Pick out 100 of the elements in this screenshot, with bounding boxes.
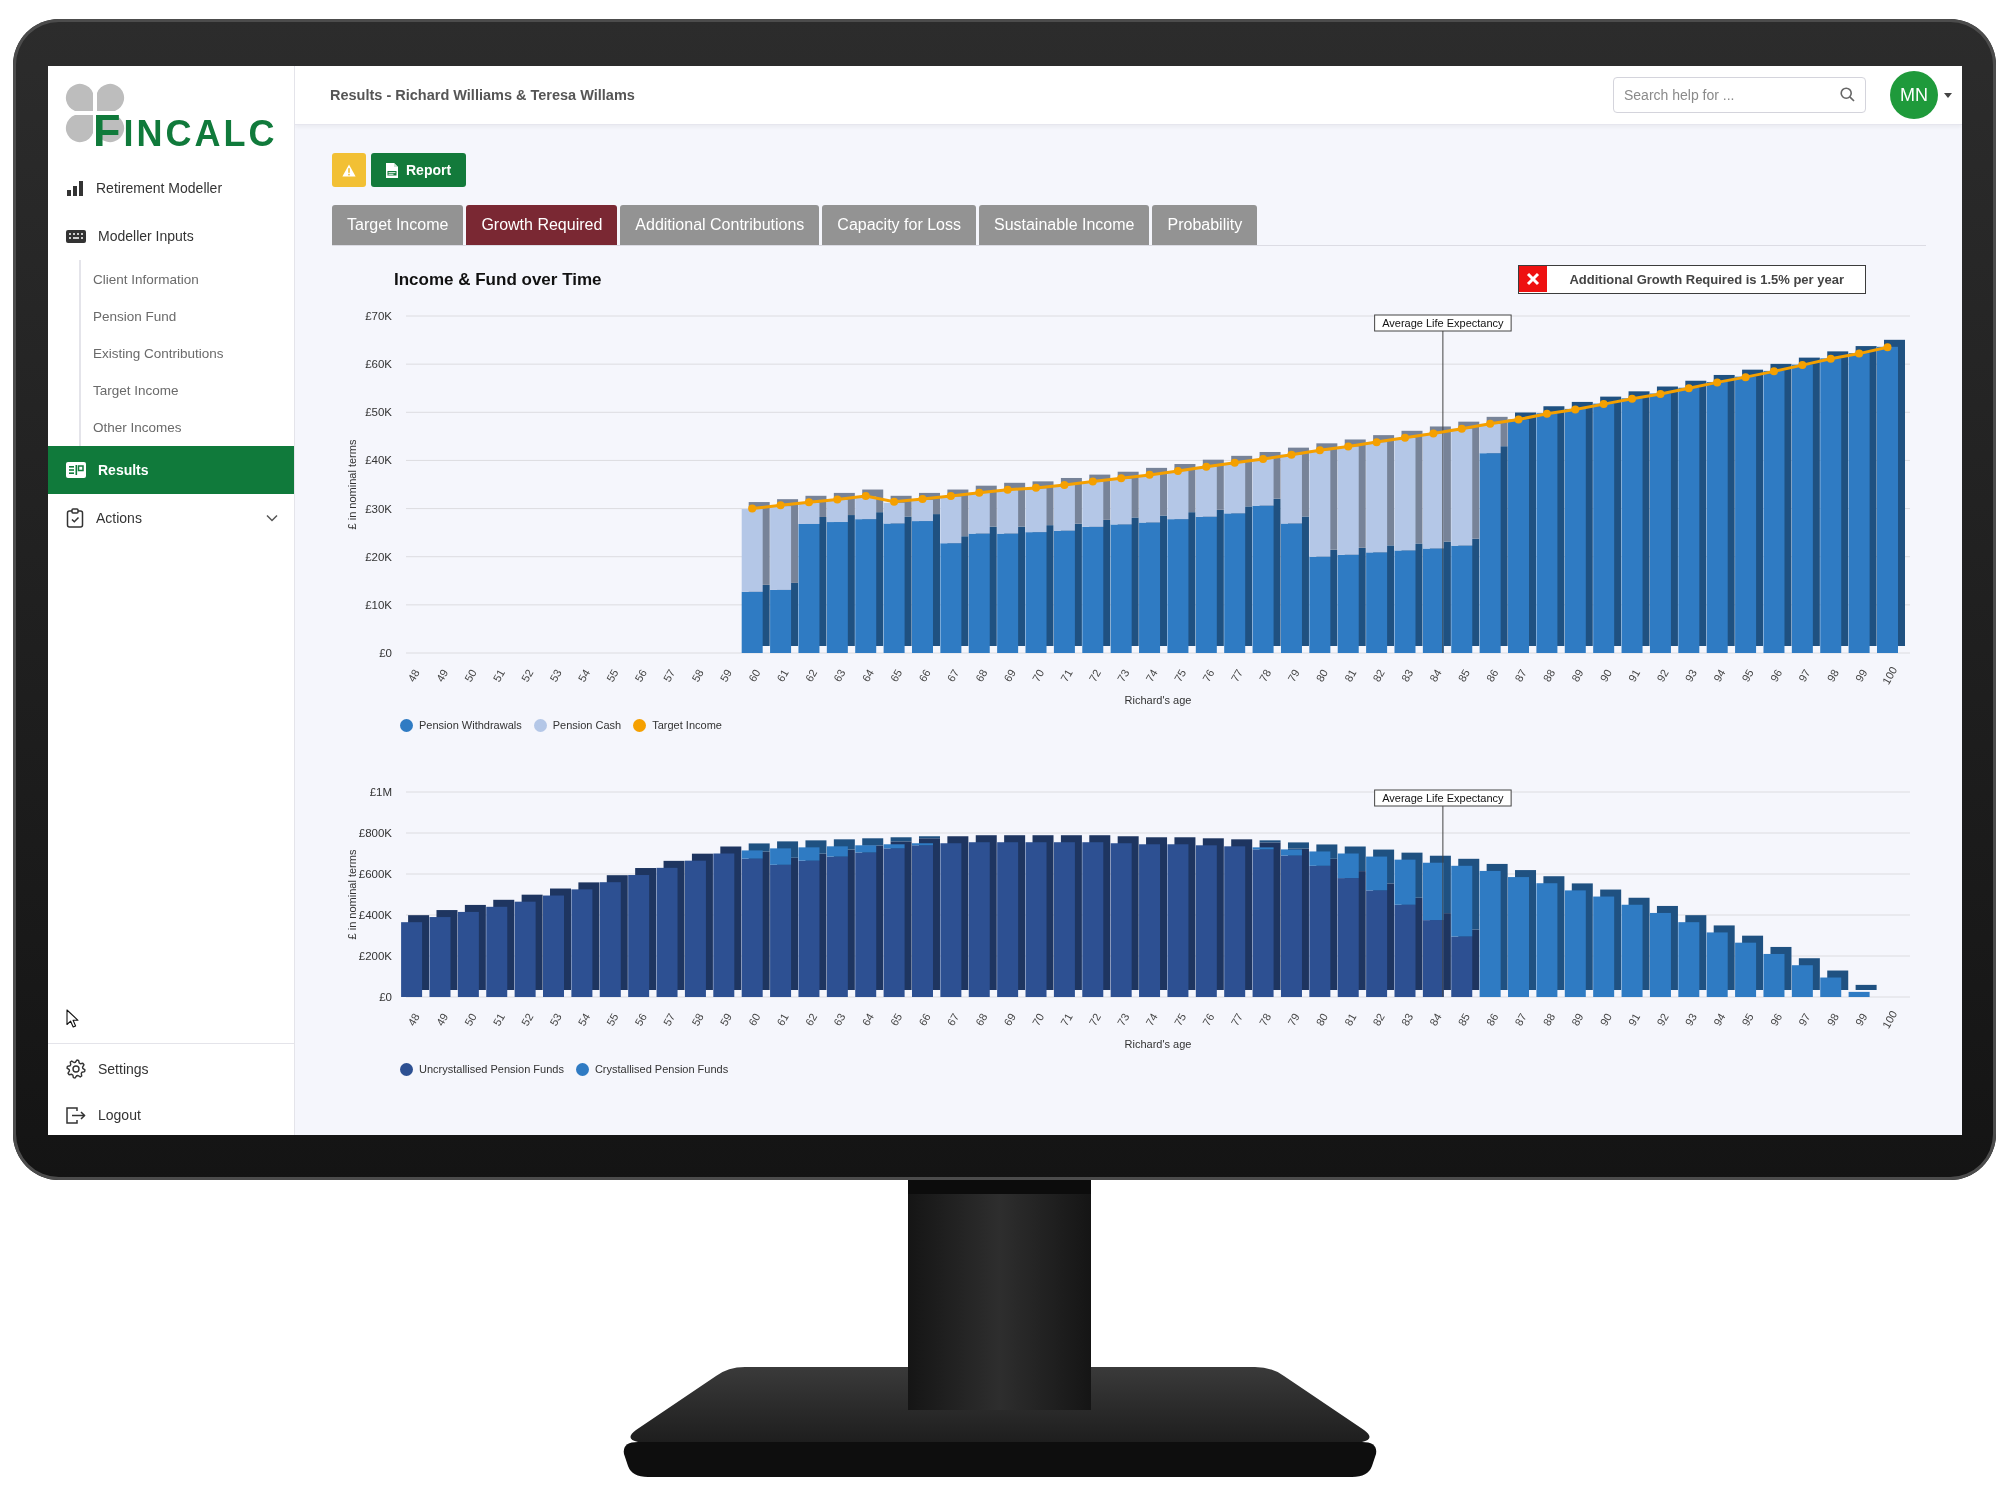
- chart-bar: [1763, 953, 1785, 997]
- x-axis-label: 51: [490, 667, 508, 684]
- x-axis-label: 82: [1370, 1011, 1387, 1028]
- tab[interactable]: Growth Required: [466, 205, 618, 245]
- x-axis-label: 48: [405, 667, 422, 684]
- y-axis-label: £600K: [358, 868, 392, 880]
- x-axis-label: 66: [916, 1011, 933, 1028]
- pointer-cursor-icon: [66, 1009, 79, 1028]
- point: [918, 494, 927, 503]
- x-axis-label: 99: [1852, 667, 1870, 684]
- x-axis-label: 68: [973, 667, 990, 684]
- axis-title: £ in nominal terms: [346, 439, 358, 530]
- x-axis-label: 72: [1086, 1011, 1104, 1028]
- report-button[interactable]: Report: [371, 153, 467, 187]
- x-axis-label: 79: [1285, 667, 1302, 684]
- x-axis-label: 57: [660, 667, 678, 684]
- nav-subitem[interactable]: Other Incomes: [93, 409, 294, 446]
- point: [1457, 424, 1466, 433]
- point: [1826, 354, 1835, 363]
- tab[interactable]: Sustainable Income: [978, 205, 1150, 245]
- x-axis-label: 94: [1711, 667, 1728, 684]
- x-axis-label: 75: [1171, 1011, 1189, 1028]
- x-axis-label: 83: [1398, 667, 1416, 684]
- tab[interactable]: Probability: [1152, 205, 1258, 245]
- x-axis-label: 52: [518, 1011, 536, 1028]
- y-axis-label: £70K: [365, 310, 392, 322]
- point: [1429, 429, 1438, 438]
- point: [1032, 483, 1041, 492]
- legend-label: Target Income: [652, 719, 722, 731]
- point: [1003, 485, 1012, 494]
- caret-down-icon[interactable]: [1944, 92, 1952, 98]
- y-axis-label: £10K: [365, 598, 392, 611]
- tab[interactable]: Capacity for Loss: [822, 205, 976, 245]
- x-axis-label: 89: [1569, 667, 1586, 684]
- x-axis-label: 64: [859, 1011, 877, 1028]
- point: [1315, 446, 1324, 455]
- x-axis-label: 96: [1767, 1011, 1785, 1028]
- x-axis-label: 50: [462, 1011, 479, 1028]
- x-axis-label: 67: [944, 1011, 962, 1028]
- x-axis-label: 54: [575, 1011, 593, 1028]
- nav-item[interactable]: Actions: [48, 494, 294, 542]
- x-axis-label: 70: [1029, 1011, 1047, 1028]
- x-axis-label: 69: [1001, 667, 1018, 684]
- x-axis-label: 97: [1796, 1011, 1813, 1028]
- x-axis-label: 50: [462, 667, 479, 684]
- point: [1117, 474, 1126, 483]
- clipboard-check-icon: [66, 508, 84, 528]
- axis-title: £ in nominal terms: [346, 849, 358, 940]
- y-axis-label: £400K: [358, 909, 392, 921]
- tab[interactable]: Target Income: [332, 205, 464, 245]
- x-axis-label: 81: [1342, 667, 1359, 684]
- point: [1599, 400, 1608, 409]
- point: [1628, 394, 1637, 403]
- nav-subitem[interactable]: Pension Fund: [93, 298, 294, 335]
- user-avatar[interactable]: MN: [1890, 71, 1938, 119]
- nav-item[interactable]: Results: [48, 446, 294, 494]
- x-axis-label: 63: [831, 1011, 848, 1028]
- x-axis-label: 63: [831, 667, 848, 684]
- x-axis-label: 69: [1001, 1011, 1018, 1028]
- nav-item[interactable]: Modeller Inputs: [48, 212, 294, 260]
- chart-bar: [770, 589, 792, 653]
- nav-subitem[interactable]: Existing Contributions: [93, 335, 294, 372]
- x-axis-label: 79: [1285, 1011, 1302, 1028]
- x-axis-label: 62: [802, 1011, 820, 1028]
- nav-subitem[interactable]: Target Income: [93, 372, 294, 409]
- nav-item[interactable]: Logout: [48, 1093, 294, 1135]
- document-icon: [386, 162, 398, 178]
- x-axis-label: 80: [1313, 667, 1331, 684]
- x-axis-label: 59: [717, 1011, 735, 1028]
- chevron-down-icon[interactable]: [266, 514, 278, 522]
- point: [1798, 361, 1807, 370]
- nav-item[interactable]: Retirement Modeller: [48, 164, 294, 212]
- x-axis-label: 85: [1455, 667, 1473, 684]
- x-axis-label: 99: [1852, 1011, 1870, 1028]
- x-axis-label: 76: [1200, 667, 1217, 684]
- point: [1287, 450, 1296, 459]
- search-icon[interactable]: [1840, 87, 1855, 102]
- chart-title: Income & Fund over Time: [394, 269, 602, 290]
- point: [1542, 409, 1551, 418]
- x-axis-label: 78: [1256, 1011, 1274, 1028]
- point: [1202, 462, 1211, 471]
- legend-label: Pension Withdrawals: [419, 719, 522, 731]
- search-field[interactable]: Search help for ...: [1613, 77, 1866, 113]
- tab[interactable]: Additional Contributions: [620, 205, 820, 245]
- point: [946, 492, 955, 501]
- point: [890, 497, 899, 506]
- nav-subitem[interactable]: Client Information: [93, 261, 294, 298]
- point: [804, 498, 813, 507]
- x-axis-label: 62: [802, 667, 820, 684]
- x-axis-label: 74: [1143, 667, 1160, 684]
- point: [1230, 458, 1239, 467]
- point: [861, 492, 870, 501]
- point: [1684, 384, 1693, 393]
- point: [1259, 454, 1268, 463]
- x-axis-label: 49: [433, 1011, 451, 1028]
- x-axis-label: 85: [1455, 1011, 1473, 1028]
- nav-item[interactable]: Settings: [48, 1044, 294, 1093]
- alert-text: Additional Growth Required is 1.5% per year: [1568, 271, 1845, 289]
- x-axis-label: 73: [1114, 667, 1132, 684]
- x-axis-label: 61: [774, 1011, 791, 1028]
